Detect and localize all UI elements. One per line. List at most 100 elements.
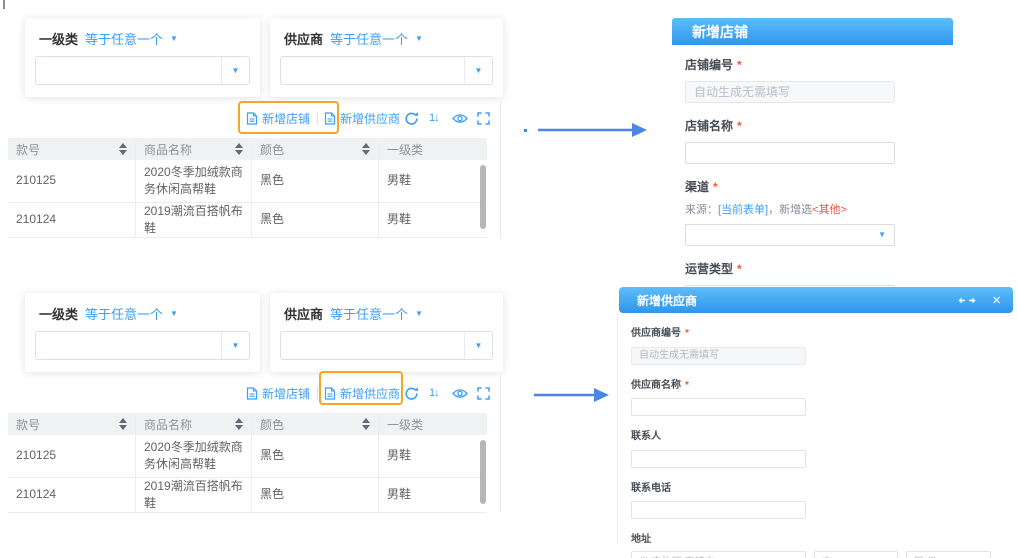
supplier-code-field [631, 347, 806, 365]
category-filter-select[interactable]: ▼ [35, 331, 250, 360]
cell-style-no: 210125 [8, 160, 135, 202]
required-mark: * [685, 328, 689, 339]
cell-color: 黑色 [251, 203, 378, 237]
chevron-down-icon: ▼ [170, 310, 178, 318]
column-header-category[interactable]: 一级类 [378, 413, 487, 435]
sort-arrows-icon [235, 418, 243, 430]
supplier-name-field[interactable] [631, 398, 806, 416]
contact-field[interactable] [631, 450, 806, 468]
dialog-body: 供应商编号* 供应商名称* 联系人 联系电话 地址 省/自治区/直辖市 ▼ [617, 313, 1016, 545]
fullscreen-icon [477, 112, 490, 125]
channel-select[interactable]: ▼ [685, 224, 895, 246]
table-row[interactable]: 210124 2019潮流百搭帆布鞋 黑色 男鞋 [8, 203, 487, 238]
cell-category: 男鞋 [378, 203, 487, 237]
visibility-button[interactable] [452, 104, 468, 132]
column-header-color[interactable]: 颜色 [251, 138, 378, 160]
chevron-down-icon: ▼ [232, 342, 240, 350]
sort-button[interactable]: 1↓ [429, 104, 439, 132]
supplier-filter-select[interactable]: ▼ [280, 331, 493, 360]
filter-card-category: 一级类 等于任意一个 ▼ ▼ [25, 293, 260, 372]
column-header-product-name[interactable]: 商品名称 [135, 138, 251, 160]
fullscreen-button[interactable] [477, 104, 490, 132]
filter-operator-link[interactable]: 等于任意一个 [330, 29, 408, 48]
address-select-row: 省/自治区/直辖市 ▼ 市 ▼ 区/县 ▼ [631, 551, 1016, 558]
filter-label: 一级类 [39, 29, 78, 48]
column-header-product-name[interactable]: 商品名称 [135, 413, 251, 435]
table-row[interactable]: 210124 2019潮流百搭帆布鞋 黑色 男鞋 [8, 478, 487, 513]
filter-operator-link[interactable]: 等于任意一个 [330, 304, 408, 323]
city-select[interactable]: 市 ▼ [814, 551, 898, 558]
chevron-down-icon: ▼ [415, 310, 423, 318]
sort-arrows-icon [119, 143, 127, 155]
chevron-down-icon: ▼ [170, 35, 178, 43]
phone-field[interactable] [631, 501, 806, 519]
horizontal-arrows-icon [958, 296, 976, 305]
required-mark: * [737, 119, 742, 133]
vertical-scrollbar[interactable] [480, 440, 486, 504]
cell-color: 黑色 [251, 160, 378, 202]
product-list-panel-top: 一级类 等于任意一个 ▼ ▼ 供应商 等于任意一个 ▼ ▼ [0, 0, 525, 240]
province-placeholder: 省/自治区/直辖市 [639, 553, 715, 558]
column-header-category[interactable]: 一级类 [378, 138, 487, 160]
add-store-form: 新增店铺 店铺编号* 店铺名称* 渠道* 来源：[当前表单]，新增选<其他> ▼… [672, 18, 953, 307]
visibility-button[interactable] [452, 379, 468, 407]
highlight-box-add-store [238, 101, 339, 134]
district-placeholder: 区/县 [914, 553, 937, 558]
add-store-button[interactable]: 新增店铺 [246, 379, 310, 407]
product-table: 款号 商品名称 颜色 一级类 210125 2020冬季加绒款商务休闲高帮鞋 [8, 138, 487, 238]
current-form-link[interactable]: [当前表单] [718, 204, 768, 216]
cell-style-no: 210124 [8, 478, 135, 512]
category-filter-select[interactable]: ▼ [35, 56, 250, 85]
cell-category: 男鞋 [378, 435, 487, 477]
province-select[interactable]: 省/自治区/直辖市 ▼ [631, 551, 806, 558]
filter-label: 供应商 [284, 29, 323, 48]
filter-card-supplier: 供应商 等于任意一个 ▼ ▼ [270, 18, 503, 97]
filter-label: 一级类 [39, 304, 78, 323]
column-header-color[interactable]: 颜色 [251, 413, 378, 435]
column-header-style-no[interactable]: 款号 [8, 138, 135, 160]
filter-operator-link[interactable]: 等于任意一个 [85, 29, 163, 48]
arrow-to-supplier-form [532, 384, 612, 406]
refresh-button[interactable] [404, 104, 419, 132]
table-row[interactable]: 210125 2020冬季加绒款商务休闲高帮鞋 黑色 男鞋 [8, 435, 487, 478]
chevron-down-icon: ▼ [475, 67, 483, 75]
column-header-style-no[interactable]: 款号 [8, 413, 135, 435]
chevron-down-icon: ▼ [878, 231, 886, 239]
screenshot-canvas: 一级类 等于任意一个 ▼ ▼ 供应商 等于任意一个 ▼ ▼ [0, 0, 1017, 558]
table-row[interactable]: 210125 2020冬季加绒款商务休闲高帮鞋 黑色 男鞋 [8, 160, 487, 203]
resize-width-button[interactable] [958, 296, 976, 305]
add-store-label: 新增店铺 [262, 385, 310, 402]
table-toolbar: 新增店铺 新增供应商 1↓ [0, 379, 525, 407]
store-name-field[interactable] [685, 142, 895, 164]
supplier-filter-select[interactable]: ▼ [280, 56, 493, 85]
document-icon [246, 387, 258, 400]
filter-label: 供应商 [284, 304, 323, 323]
required-mark: * [713, 180, 718, 194]
filter-operator-link[interactable]: 等于任意一个 [85, 304, 163, 323]
fullscreen-button[interactable] [477, 379, 490, 407]
product-list-panel-bottom: 一级类 等于任意一个 ▼ ▼ 供应商 等于任意一个 ▼ ▼ [0, 275, 525, 515]
refresh-icon [404, 111, 419, 126]
cell-color: 黑色 [251, 478, 378, 512]
cell-color: 黑色 [251, 435, 378, 477]
field-label-store-name: 店铺名称* [685, 117, 897, 134]
field-label-supplier-name: 供应商名称* [631, 376, 1016, 391]
eye-icon [452, 113, 468, 124]
chevron-down-icon: ▼ [415, 35, 423, 43]
panel-border [500, 100, 501, 238]
vertical-scrollbar[interactable] [480, 165, 486, 229]
sort-button[interactable]: 1↓ [429, 379, 439, 407]
cell-style-no: 210124 [8, 203, 135, 237]
cell-product-name: 2019潮流百搭帆布鞋 [135, 203, 251, 237]
chevron-down-icon: ▼ [475, 342, 483, 350]
required-mark: * [737, 58, 742, 72]
field-label-contact: 联系人 [631, 427, 1016, 442]
panel-border [500, 375, 501, 513]
filter-card-supplier: 供应商 等于任意一个 ▼ ▼ [270, 293, 503, 372]
close-button[interactable]: × [992, 293, 1001, 308]
store-code-field [685, 81, 895, 103]
refresh-button[interactable] [404, 379, 419, 407]
district-select[interactable]: 区/县 ▼ [906, 551, 991, 558]
cell-product-name: 2020冬季加绒款商务休闲高帮鞋 [135, 160, 251, 202]
dialog-header: 新增供应商 × [619, 287, 1013, 313]
